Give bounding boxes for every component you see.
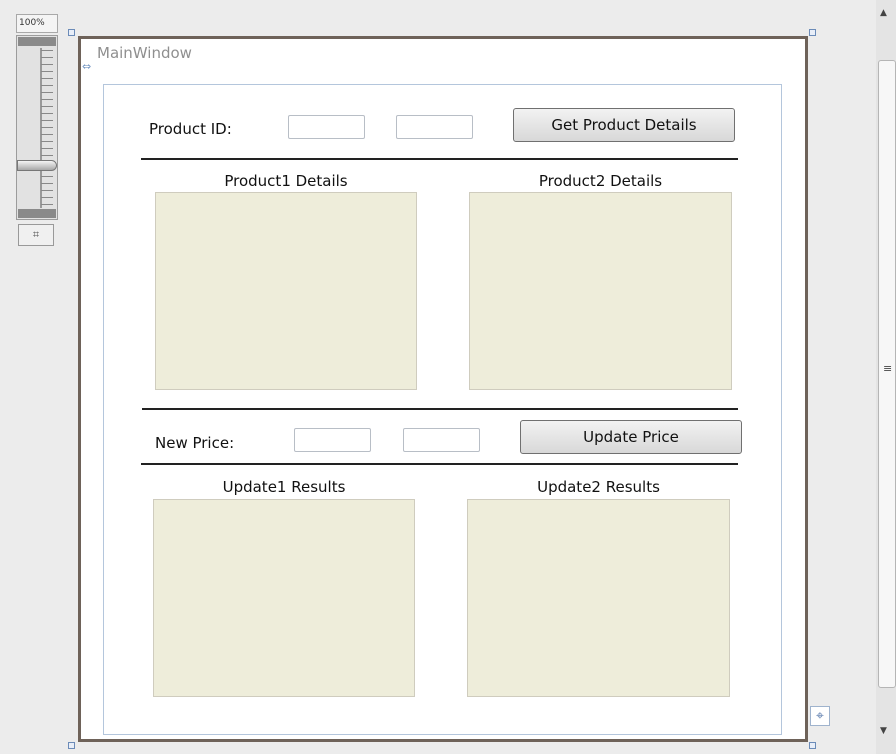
selection-handle-top-left[interactable] bbox=[68, 29, 75, 36]
fit-to-screen-icon[interactable]: ⌗ bbox=[18, 224, 54, 246]
zoom-slider-top bbox=[18, 37, 56, 46]
window-title: MainWindow bbox=[97, 44, 192, 62]
selection-handle-top-right[interactable] bbox=[809, 29, 816, 36]
divider bbox=[141, 463, 738, 465]
update1-results-panel[interactable] bbox=[153, 499, 415, 697]
product1-details-title: Product1 Details bbox=[224, 172, 348, 190]
scrollbar-grip-icon: ≡ bbox=[883, 362, 893, 375]
zoom-control[interactable]: 100% ⌗ bbox=[16, 14, 58, 254]
zoom-level: 100% bbox=[16, 14, 58, 33]
update-price-button[interactable]: Update Price bbox=[520, 420, 742, 454]
new-price-label: New Price: bbox=[155, 434, 235, 452]
grid-adorner-icon[interactable]: ⇔ bbox=[82, 60, 95, 74]
selection-handle-bottom-left[interactable] bbox=[68, 742, 75, 749]
zoom-slider-bottom bbox=[18, 209, 56, 218]
selection-handle-bottom-right[interactable] bbox=[809, 742, 816, 749]
update2-results-panel[interactable] bbox=[467, 499, 730, 697]
arrow-up-icon[interactable]: ▲ bbox=[880, 8, 887, 18]
update1-results-title: Update1 Results bbox=[222, 478, 346, 496]
crosshair-icon[interactable]: ⌖ bbox=[810, 706, 830, 726]
product-id-label: Product ID: bbox=[149, 120, 232, 138]
divider bbox=[141, 158, 738, 160]
update2-results-title: Update2 Results bbox=[537, 478, 660, 496]
zoom-slider-ticks bbox=[41, 50, 53, 205]
product-id-input-2[interactable] bbox=[396, 115, 473, 139]
product1-details-panel[interactable] bbox=[155, 192, 417, 390]
divider bbox=[142, 408, 738, 410]
new-price-input-1[interactable] bbox=[294, 428, 371, 452]
product-id-input-1[interactable] bbox=[288, 115, 365, 139]
get-product-details-button[interactable]: Get Product Details bbox=[513, 108, 735, 142]
arrow-down-icon[interactable]: ▼ bbox=[880, 726, 887, 736]
zoom-slider-thumb[interactable] bbox=[17, 160, 57, 171]
zoom-slider[interactable] bbox=[16, 35, 58, 220]
product2-details-title: Product2 Details bbox=[538, 172, 663, 190]
new-price-input-2[interactable] bbox=[403, 428, 480, 452]
product2-details-panel[interactable] bbox=[469, 192, 732, 390]
